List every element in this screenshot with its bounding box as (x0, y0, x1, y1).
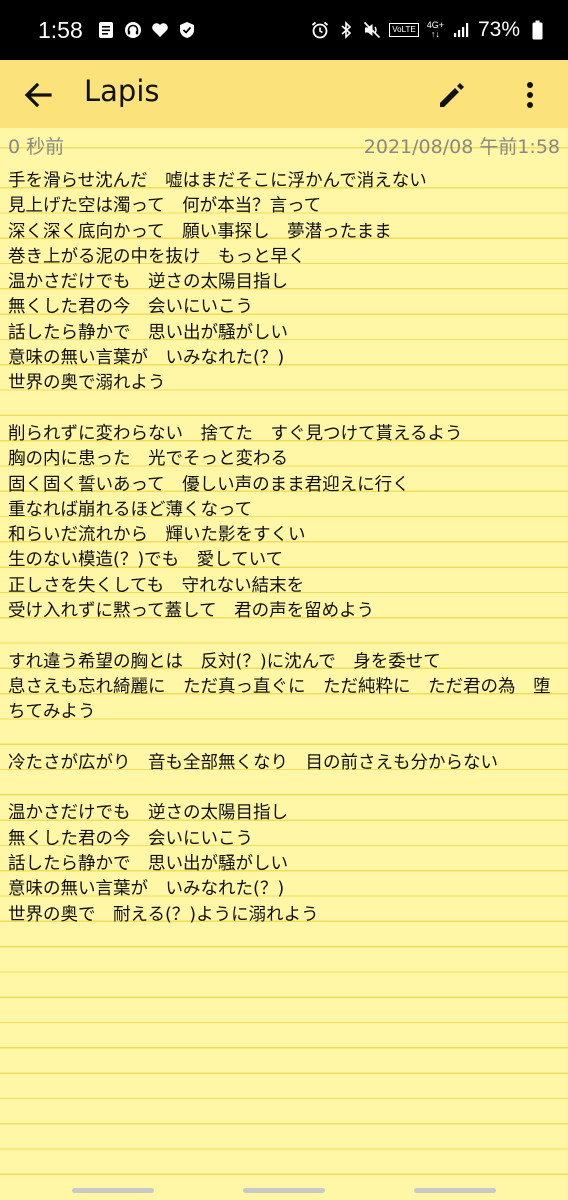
heart-icon (151, 21, 169, 39)
status-left-icons (97, 21, 196, 39)
app-toolbar: Lapis (0, 60, 568, 128)
note-area[interactable]: 0 秒前 2021/08/08 午前1:58 手を滑らせ沈んだ 嘘はまだそこに浮… (0, 128, 568, 1180)
status-right-icons: VoLTE 4G+ ↑↓ 73% (311, 18, 546, 42)
edit-button[interactable] (434, 77, 470, 113)
more-vert-icon (527, 82, 533, 108)
back-arrow-icon (24, 82, 52, 108)
modified-time: 0 秒前 (8, 136, 65, 158)
created-timestamp: 2021/08/08 午前1:58 (363, 136, 560, 158)
status-bar: 1:58 VoLTE 4G+ ↑↓ 73% (0, 0, 568, 60)
status-time: 1:58 (38, 16, 83, 43)
nav-recents-pill[interactable] (72, 1188, 154, 1193)
nav-back-pill[interactable] (414, 1188, 496, 1193)
back-button[interactable] (20, 77, 56, 113)
battery-icon (528, 20, 546, 40)
nav-home-pill[interactable] (243, 1188, 325, 1193)
gesture-nav-bar (0, 1180, 568, 1200)
note-body-text[interactable]: 手を滑らせ沈んだ 嘘はまだそこに浮かんで消えない 見上げた空は濁って 何が本当？… (8, 169, 560, 928)
battery-percent: 73% (477, 18, 520, 41)
mute-icon (363, 21, 381, 39)
notes-icon (97, 21, 115, 39)
headset-icon (124, 21, 142, 39)
network-arrows: ↑↓ (430, 29, 440, 39)
note-title: Lapis (84, 74, 160, 108)
pencil-icon (440, 83, 464, 107)
volte-badge: VoLTE (389, 23, 419, 37)
signal-icon (452, 21, 470, 39)
shield-icon (178, 21, 196, 39)
more-options-button[interactable] (512, 77, 548, 113)
alarm-icon (311, 21, 329, 39)
note-meta-row: 0 秒前 2021/08/08 午前1:58 (0, 128, 568, 160)
bluetooth-icon (337, 21, 355, 39)
network-indicator: 4G+ ↑↓ (427, 21, 444, 39)
